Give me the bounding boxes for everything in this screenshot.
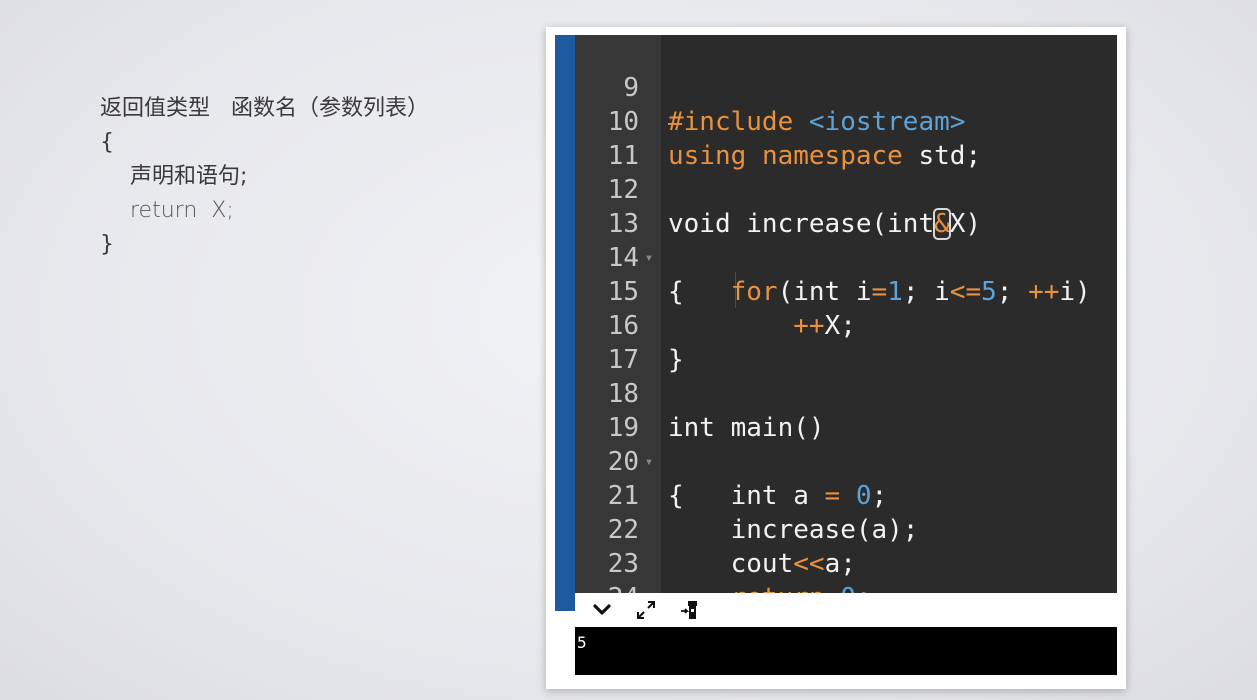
code-line[interactable]: 18 int main() bbox=[555, 343, 1117, 443]
code-line[interactable]: 24 } bbox=[555, 547, 1117, 611]
code-line[interactable]: 14 for(int i=1; i<=5; ++i) bbox=[555, 207, 1117, 307]
output-text: 5 bbox=[577, 633, 587, 652]
chevron-down-icon[interactable] bbox=[591, 599, 613, 621]
code-line[interactable]: 16 } bbox=[555, 275, 1117, 375]
syntax-return: return X; bbox=[130, 198, 234, 223]
syntax-close-brace: } bbox=[100, 232, 114, 257]
code-line[interactable]: 21 increase(a); bbox=[555, 445, 1117, 545]
code-editor-panel: 9 #include <iostream> 10 using namespace… bbox=[546, 27, 1126, 689]
code-line[interactable]: 23 return 0; bbox=[555, 513, 1117, 611]
code-line[interactable]: 22 cout<<a; bbox=[555, 479, 1117, 579]
syntax-statements: 声明和语句; bbox=[130, 164, 248, 189]
code-line[interactable]: 19 ▾ { bbox=[555, 377, 1117, 511]
code-line[interactable]: 10 using namespace std; bbox=[555, 71, 1117, 171]
code-line[interactable]: 11 bbox=[555, 105, 1117, 171]
syntax-open-brace: { bbox=[100, 130, 114, 155]
function-syntax-text: 返回值类型 函数名（参数列表） { 声明和语句; return X; } bbox=[100, 92, 429, 262]
console-toolbar bbox=[575, 593, 1117, 626]
code-line[interactable]: 17 bbox=[555, 309, 1117, 375]
run-icon[interactable] bbox=[679, 599, 701, 621]
console-output: 5 bbox=[575, 627, 1117, 675]
code-line[interactable]: 9 #include <iostream> bbox=[555, 37, 1117, 137]
syntax-header: 返回值类型 函数名（参数列表） bbox=[100, 96, 429, 121]
code-line[interactable]: 12 void increase(int&X) bbox=[555, 139, 1117, 240]
code-editor[interactable]: 9 #include <iostream> 10 using namespace… bbox=[555, 35, 1117, 611]
code-line[interactable]: 15 ++X; bbox=[555, 241, 1117, 341]
code-line[interactable]: 13 ▾ { bbox=[555, 173, 1117, 307]
code-line[interactable]: 20 int a = 0; bbox=[555, 411, 1117, 511]
expand-icon[interactable] bbox=[635, 599, 657, 621]
